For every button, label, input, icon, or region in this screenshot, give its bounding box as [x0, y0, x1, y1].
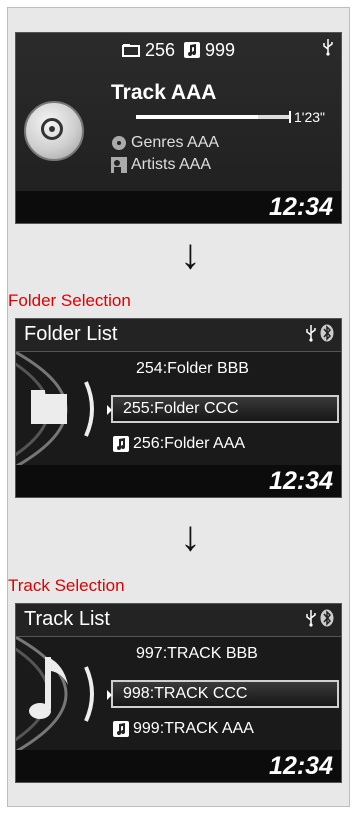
folder-icon	[31, 390, 67, 424]
progress-bar	[136, 111, 291, 123]
artist-text: Artists AAA	[131, 156, 212, 173]
list-item-selected[interactable]: 998:TRACK CCC	[107, 680, 339, 708]
now-playing-screen: 256 999 Track AAA 1'23" Genres AAA Artis…	[15, 32, 342, 224]
track-count: 999	[205, 39, 236, 60]
folder-count: 256	[144, 39, 175, 60]
clock-bar: 12:34	[16, 191, 341, 223]
list-item-label: 999:TRACK AAA	[133, 720, 254, 737]
bluetooth-icon	[320, 609, 334, 627]
folder-list-body: 254:Folder BBB 255:Folder CCC 256:Folder…	[16, 352, 341, 467]
counts-bar: 256 999	[16, 39, 341, 61]
disc-icon	[24, 101, 84, 161]
clock-bar: 12:34	[16, 465, 341, 497]
folder-list-header: Folder List	[16, 319, 341, 352]
folder-list-title: Folder List	[24, 323, 118, 345]
track-title: Track AAA	[111, 81, 217, 104]
down-arrow-icon: ↓	[180, 230, 201, 277]
track-list-title: Track List	[24, 608, 110, 630]
clock-bar: 12:34	[16, 750, 341, 782]
list-item[interactable]: 254:Folder BBB	[136, 360, 249, 378]
clock: 12:34	[269, 193, 333, 221]
track-list-screen: Track List 997:TRACK BBB 998:TRACK CCC 9…	[15, 603, 342, 783]
list-item[interactable]: 997:TRACK BBB	[136, 645, 258, 663]
usb-icon	[306, 325, 316, 342]
track-list-body: 997:TRACK BBB 998:TRACK CCC 999:TRACK AA…	[16, 637, 341, 752]
artist-line: Artists AAA	[111, 156, 211, 174]
list-item[interactable]: 256:Folder AAA	[113, 435, 245, 453]
folder-count-icon	[121, 44, 140, 58]
bluetooth-icon	[320, 324, 334, 342]
track-wheel	[16, 637, 116, 752]
list-item-selected[interactable]: 255:Folder CCC	[107, 395, 339, 423]
clock: 12:34	[269, 467, 333, 495]
list-item-label: 256:Folder AAA	[133, 435, 246, 452]
genre-line: Genres AAA	[111, 134, 219, 152]
down-arrow-icon: ↓	[180, 512, 201, 559]
progress-fill	[136, 115, 259, 119]
clock: 12:34	[269, 752, 333, 780]
elapsed-time: 1'23"	[294, 109, 326, 125]
folder-list-screen: Folder List 254:Folder BBB 255:Folder CC…	[15, 318, 342, 498]
artist-icon	[111, 156, 127, 173]
status-icons	[322, 38, 334, 56]
music-note-icon	[113, 720, 129, 737]
track-selection-label: Track Selection	[8, 576, 125, 595]
list-item[interactable]: 999:TRACK AAA	[113, 720, 254, 738]
genre-icon	[112, 135, 126, 150]
folder-wheel	[16, 352, 116, 467]
status-icons	[305, 609, 334, 627]
usb-icon	[306, 610, 316, 627]
usb-icon	[323, 39, 333, 56]
track-list-header: Track List	[16, 604, 341, 637]
folder-selection-label: Folder Selection	[8, 291, 131, 310]
track-count-icon	[184, 42, 200, 59]
status-icons	[305, 324, 334, 342]
music-note-icon	[113, 435, 129, 452]
genre-text: Genres AAA	[131, 134, 220, 151]
